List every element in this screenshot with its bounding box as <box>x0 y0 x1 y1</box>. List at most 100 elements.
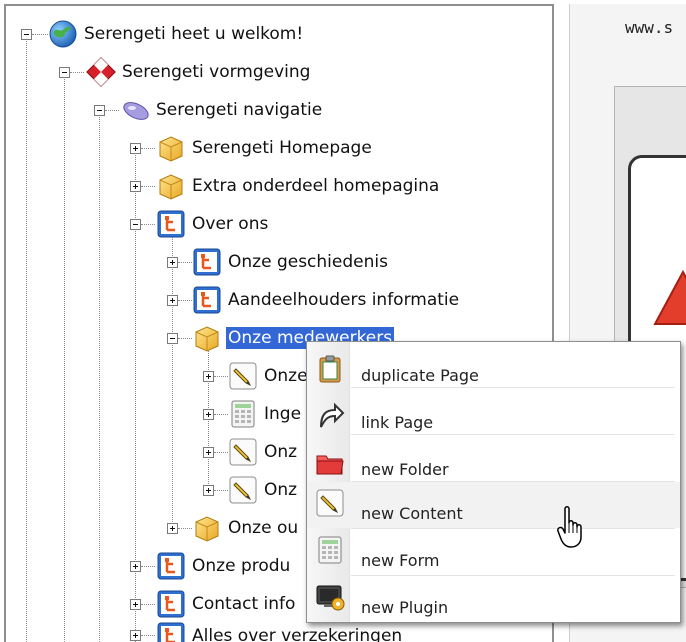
tree-node[interactable]: Aandeelhouders informatie <box>192 285 461 315</box>
menu-item-new-form[interactable]: new Form <box>307 529 680 575</box>
tree-connector <box>214 414 228 415</box>
tree-node[interactable]: Serengeti Homepage <box>156 133 374 163</box>
tree-connector <box>178 528 192 529</box>
tree-connector <box>178 338 192 339</box>
tree-node[interactable]: Contact info <box>156 589 297 619</box>
tree-node-label: Inge <box>264 404 302 424</box>
tree-node-label: Contact info <box>192 594 296 614</box>
menu-item-label: new Folder <box>361 460 449 479</box>
tree-node-label: Extra onderdeel homepagina <box>192 176 440 196</box>
folder-icon <box>315 448 345 478</box>
expand-toggle[interactable] <box>130 630 141 641</box>
form-icon <box>315 535 345 565</box>
menu-item-label: new Content <box>361 504 463 523</box>
tree-node[interactable]: Onz <box>228 475 299 505</box>
menu-item-new-content[interactable]: new Content <box>307 482 680 528</box>
tree-node-label: Serengeti vormgeving <box>122 62 311 82</box>
tree-node[interactable]: Serengeti navigatie <box>120 95 324 125</box>
tree-node-label: Onze ou <box>228 518 299 538</box>
page-tree-icon <box>156 589 186 619</box>
tree-node-label: Onze geschiedenis <box>228 252 388 272</box>
tree-connector <box>214 452 228 453</box>
tree-connector <box>32 34 48 35</box>
pen-icon <box>315 488 345 518</box>
tree-connector <box>214 376 228 377</box>
tree-node-label: Serengeti heet u welkom! <box>84 24 304 44</box>
expand-toggle[interactable] <box>203 371 214 382</box>
tree-node[interactable]: Inge <box>228 399 303 429</box>
expand-toggle[interactable] <box>167 523 178 534</box>
clipboard-icon <box>315 354 345 384</box>
page-tree-icon <box>156 621 186 642</box>
tree-node[interactable]: Over ons <box>156 209 270 239</box>
page-tree-icon <box>192 247 222 277</box>
pen-icon <box>228 437 258 467</box>
expand-toggle[interactable] <box>167 295 178 306</box>
tree-connector <box>141 224 155 225</box>
menu-separator <box>351 387 675 388</box>
menu-item-label: new Form <box>361 551 440 570</box>
tree-connector <box>99 114 100 642</box>
tree-connector <box>141 148 155 149</box>
tree-connector <box>178 262 192 263</box>
tree-connector <box>141 186 155 187</box>
tree-connector <box>141 604 155 605</box>
tree-node[interactable]: Serengeti vormgeving <box>86 57 312 87</box>
tree-node-label: Serengeti Homepage <box>192 138 372 158</box>
expand-toggle[interactable] <box>203 485 214 496</box>
tree-node-label: Serengeti navigatie <box>156 100 323 120</box>
pen-icon <box>228 361 258 391</box>
expand-toggle[interactable] <box>130 181 141 192</box>
page-tree-icon <box>156 209 186 239</box>
tree-node[interactable]: Alles over verzekeringen <box>156 621 404 642</box>
tree-node-label: Over ons <box>192 214 269 234</box>
warning-icon <box>653 269 686 325</box>
tree-node[interactable]: Extra onderdeel homepagina <box>156 171 441 201</box>
tree-node-label: Aandeelhouders informatie <box>228 290 460 310</box>
collapse-toggle[interactable] <box>21 29 32 40</box>
collapse-toggle[interactable] <box>167 333 178 344</box>
tree-connector <box>105 110 119 111</box>
box-icon <box>192 323 222 353</box>
menu-item-label: link Page <box>361 413 434 432</box>
tree-connector <box>26 38 27 642</box>
tree-node[interactable]: Onze ou <box>192 513 300 543</box>
tree-connector <box>70 72 84 73</box>
page-tree-icon <box>156 551 186 581</box>
expand-toggle[interactable] <box>130 561 141 572</box>
tree-node[interactable]: Onz <box>228 437 299 467</box>
menu-item-new-plugin[interactable]: new Plugin <box>307 576 680 622</box>
design-icon <box>86 57 116 87</box>
tree-node-label: Onze <box>264 366 308 386</box>
expand-toggle[interactable] <box>167 257 178 268</box>
navigation-icon <box>120 95 150 125</box>
menu-item-label: new Plugin <box>361 598 449 617</box>
box-icon <box>156 171 186 201</box>
page-tree-icon <box>192 285 222 315</box>
box-icon <box>192 513 222 543</box>
expand-toggle[interactable] <box>203 447 214 458</box>
tree-connector <box>64 76 65 642</box>
tree-node-label: Alles over verzekeringen <box>192 626 403 642</box>
preview-url: www.s <box>625 18 674 37</box>
collapse-toggle[interactable] <box>130 219 141 230</box>
hand-cursor-icon <box>557 506 582 548</box>
expand-toggle[interactable] <box>130 143 141 154</box>
box-icon <box>156 133 186 163</box>
tree-connector <box>178 300 192 301</box>
expand-toggle[interactable] <box>203 409 214 420</box>
tree-connector <box>214 490 228 491</box>
tree-node[interactable]: Onze geschiedenis <box>192 247 390 277</box>
tree-node-label: Onze produ <box>192 556 291 576</box>
tree-node[interactable]: Onze produ <box>156 551 292 581</box>
tree-node[interactable]: Onze <box>228 361 310 391</box>
link-arrow-icon <box>315 401 345 431</box>
tree-connector <box>141 635 155 636</box>
collapse-toggle[interactable] <box>59 67 70 78</box>
pen-icon <box>228 475 258 505</box>
plugin-icon <box>315 582 345 612</box>
expand-toggle[interactable] <box>130 599 141 610</box>
collapse-toggle[interactable] <box>94 105 105 116</box>
tree-node[interactable]: Serengeti heet u welkom! <box>48 19 305 49</box>
cms-window: www.s Serengeti heet u welkom! Serengeti… <box>0 0 686 642</box>
